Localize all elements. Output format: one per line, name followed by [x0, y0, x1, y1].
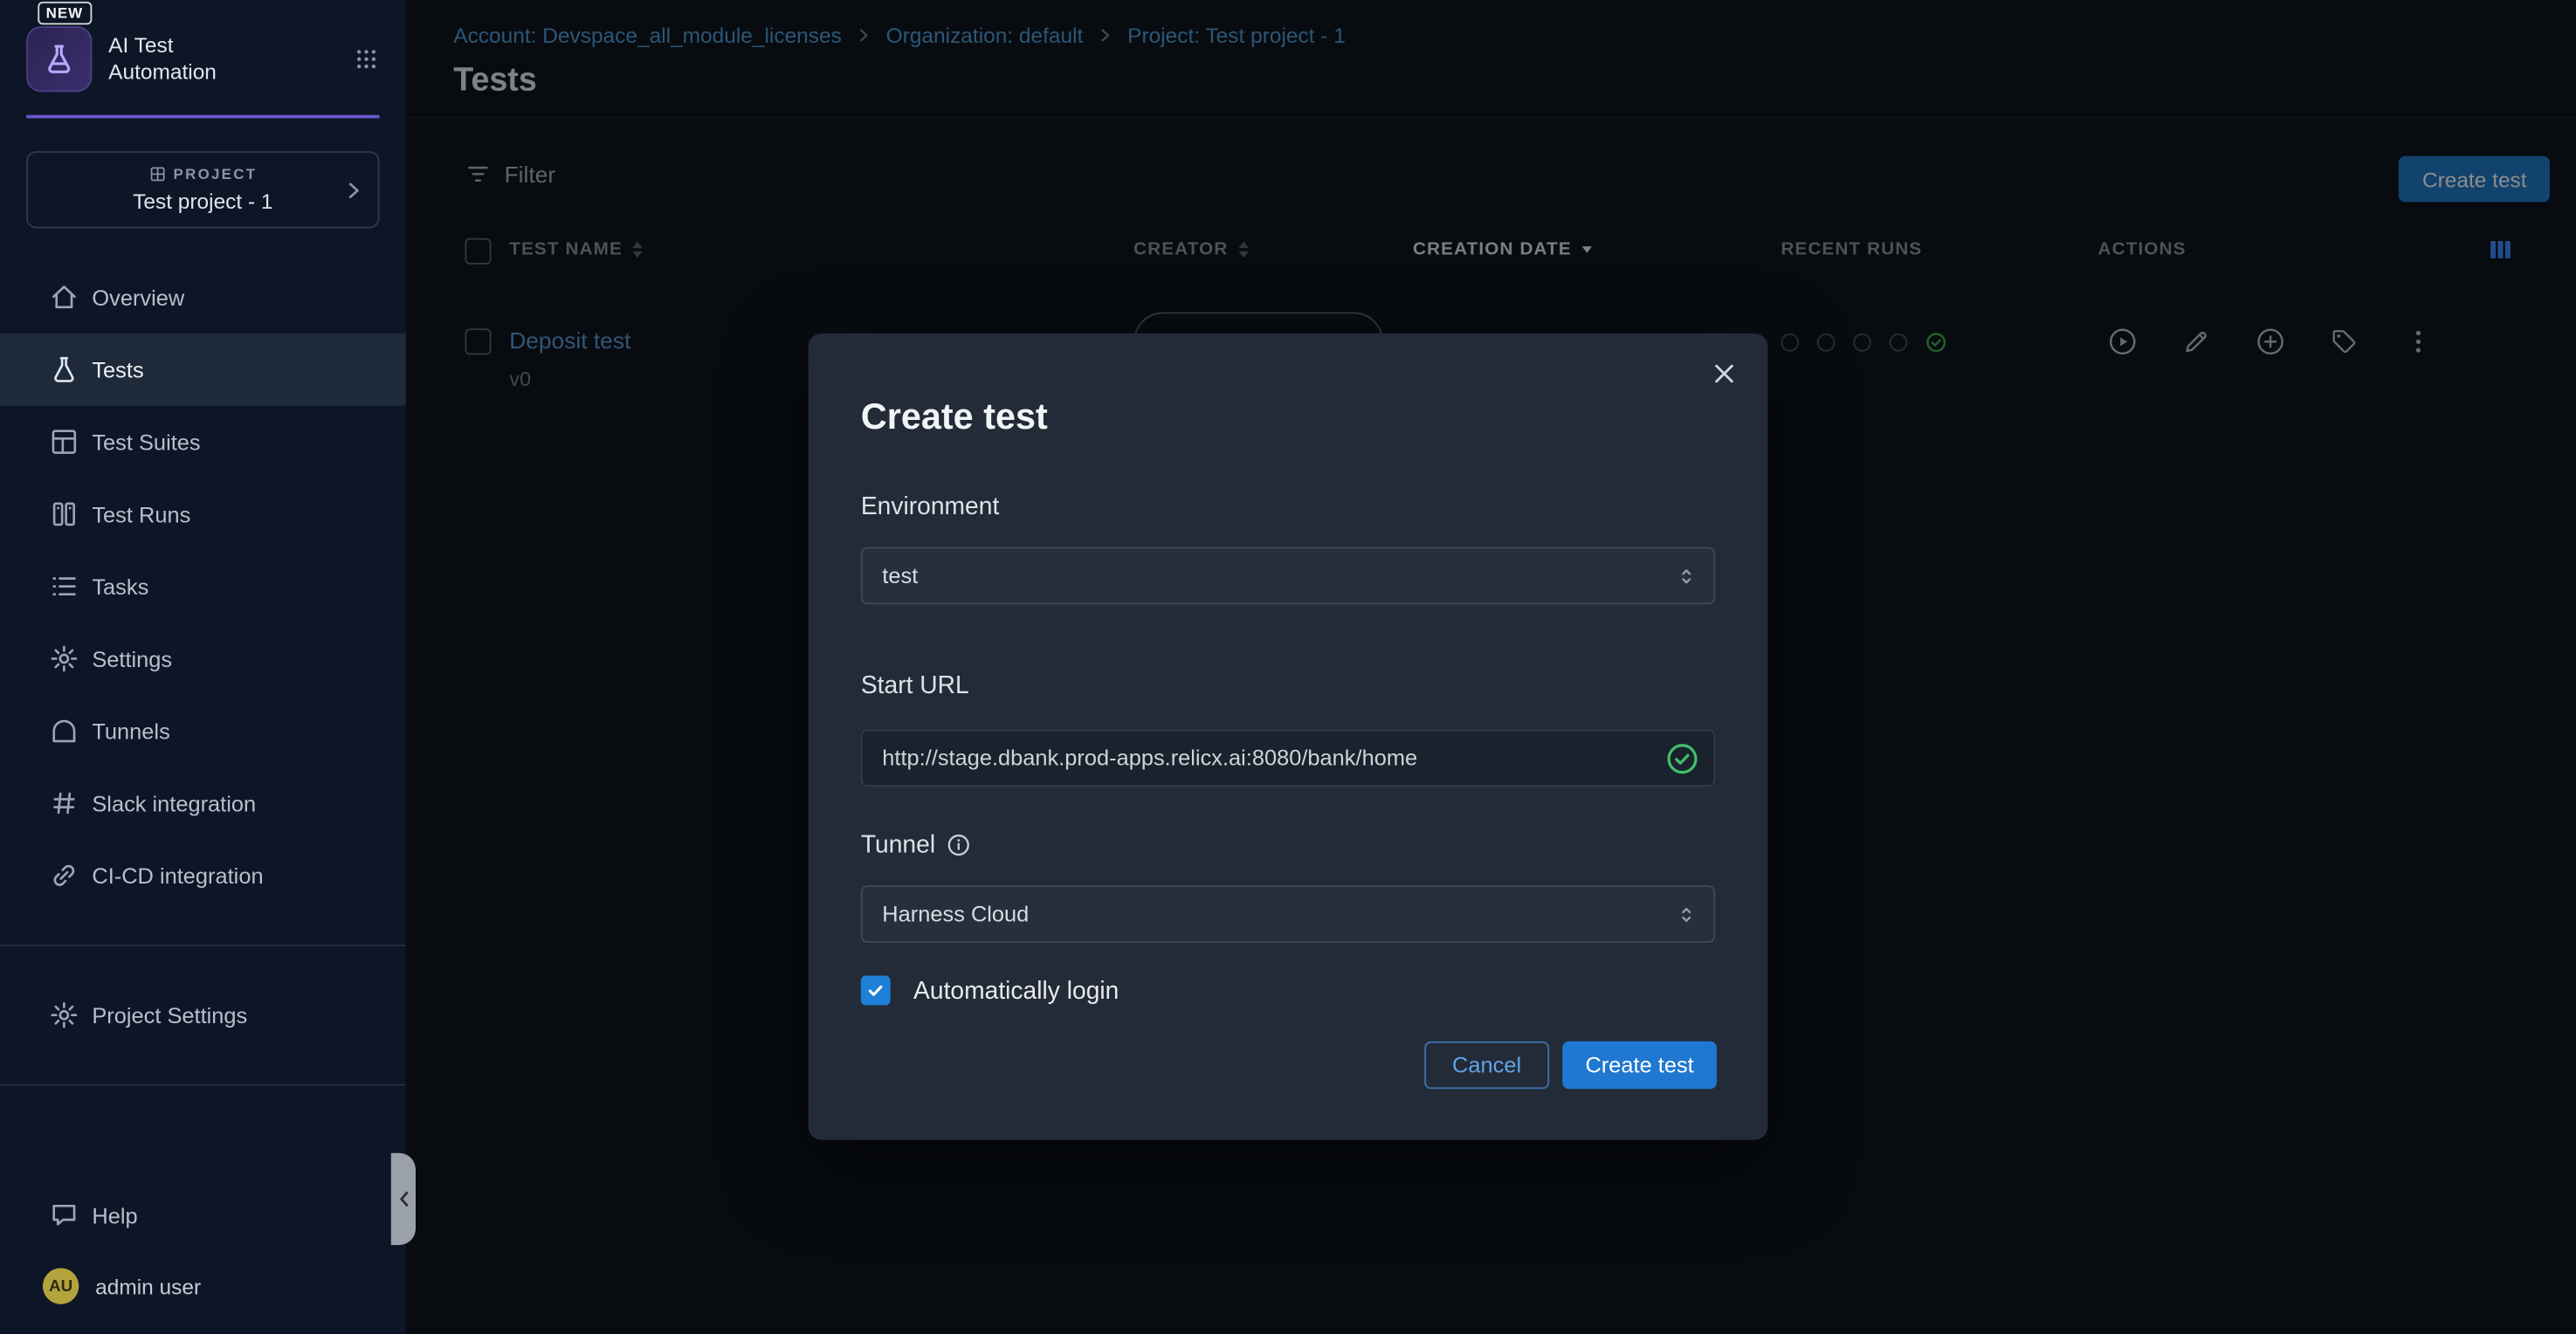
- sidebar-item-label: Tests: [92, 357, 143, 382]
- grid-icon: [49, 427, 79, 457]
- sidebar-item-tests[interactable]: Tests: [0, 334, 406, 406]
- start-url-field-wrap: [861, 729, 1715, 787]
- environment-value: test: [882, 563, 918, 588]
- sidebar-item-label: Slack integration: [92, 791, 256, 815]
- sidebar-item-label: Project Settings: [92, 1003, 247, 1028]
- avatar: AU: [43, 1268, 79, 1303]
- columns-icon: [49, 499, 79, 529]
- environment-select[interactable]: test: [861, 547, 1715, 605]
- sidebar-nav: Overview Tests Test Suites: [0, 261, 406, 911]
- sidebar-bottom: Help AU admin user: [0, 1179, 406, 1317]
- link-icon: [49, 861, 79, 890]
- project-selector[interactable]: PROJECT Test project - 1: [26, 151, 380, 228]
- sidebar-item-overview[interactable]: Overview: [0, 261, 406, 334]
- sidebar-item-tunnels[interactable]: Tunnels: [0, 695, 406, 767]
- user-name: admin user: [95, 1274, 201, 1298]
- slack-icon: [49, 788, 79, 818]
- new-badge: NEW: [38, 2, 91, 24]
- sidebar-item-label: CI-CD integration: [92, 863, 263, 888]
- chevron-left-icon: [395, 1189, 411, 1209]
- tunnel-icon: [49, 716, 79, 746]
- gear-icon: [49, 1000, 79, 1030]
- project-name: Test project - 1: [45, 189, 362, 213]
- chat-icon: [49, 1200, 79, 1230]
- create-test-modal: Create test Environment test Start URL: [809, 334, 1768, 1140]
- tunnel-value: Harness Cloud: [882, 902, 1029, 926]
- home-icon: [49, 283, 79, 313]
- select-chevrons-icon: [1676, 563, 1697, 588]
- sidebar-item-settings[interactable]: Settings: [0, 622, 406, 695]
- auto-login-label: Automatically login: [913, 976, 1119, 1004]
- sidebar-item-label: Overview: [92, 285, 184, 309]
- sidebar-item-test-suites[interactable]: Test Suites: [0, 406, 406, 478]
- sidebar-item-label: Tasks: [92, 574, 148, 599]
- modal-actions: Cancel Create test: [1424, 1042, 1717, 1090]
- start-url-label: Start URL: [861, 671, 969, 699]
- valid-check-icon: [1666, 741, 1699, 774]
- sidebar-item-cicd-integration[interactable]: CI-CD integration: [0, 839, 406, 911]
- module-switcher-button[interactable]: [354, 46, 380, 72]
- modal-title: Create test: [861, 395, 1048, 438]
- list-icon: [49, 572, 79, 602]
- app-root: NEW AI Test Automation: [0, 0, 2576, 1334]
- checked-checkbox-icon[interactable]: [861, 976, 891, 1006]
- project-label: PROJECT: [174, 166, 258, 182]
- user-menu[interactable]: AU admin user: [0, 1252, 406, 1317]
- sidebar-item-tasks[interactable]: Tasks: [0, 550, 406, 622]
- tunnel-label: Tunnel: [861, 831, 972, 859]
- tunnel-select[interactable]: Harness Cloud: [861, 885, 1715, 943]
- sidebar-collapse-handle[interactable]: [391, 1153, 416, 1245]
- modal-create-test-button[interactable]: Create test: [1562, 1042, 1717, 1090]
- app-title: AI Test Automation: [108, 33, 217, 86]
- sidebar-item-label: Settings: [92, 646, 172, 670]
- sidebar: NEW AI Test Automation: [0, 0, 406, 1334]
- app-logo: [26, 26, 92, 92]
- info-icon[interactable]: [947, 833, 971, 857]
- chevron-right-icon: [341, 178, 364, 201]
- auto-login-checkbox-row[interactable]: Automatically login: [861, 976, 1119, 1006]
- waffle-icon: [354, 46, 380, 72]
- sidebar-item-test-runs[interactable]: Test Runs: [0, 478, 406, 550]
- start-url-input[interactable]: [861, 729, 1715, 787]
- close-icon[interactable]: [1711, 360, 1739, 388]
- sidebar-item-slack-integration[interactable]: Slack integration: [0, 767, 406, 840]
- flask-logo-icon: [43, 43, 76, 76]
- sidebar-divider: [0, 1084, 406, 1086]
- select-chevrons-icon: [1676, 902, 1697, 926]
- environment-label: Environment: [861, 492, 999, 520]
- sidebar-item-label: Test Suites: [92, 430, 200, 454]
- sidebar-divider: [0, 945, 406, 946]
- flask-icon: [49, 354, 79, 384]
- sidebar-item-label: Help: [92, 1203, 137, 1227]
- sidebar-item-project-settings[interactable]: Project Settings: [0, 979, 406, 1051]
- sidebar-item-label: Test Runs: [92, 502, 190, 526]
- project-icon: [148, 166, 165, 182]
- sidebar-item-help[interactable]: Help: [0, 1179, 406, 1252]
- sidebar-item-label: Tunnels: [92, 719, 169, 743]
- cancel-button[interactable]: Cancel: [1424, 1042, 1549, 1090]
- gear-icon: [49, 644, 79, 674]
